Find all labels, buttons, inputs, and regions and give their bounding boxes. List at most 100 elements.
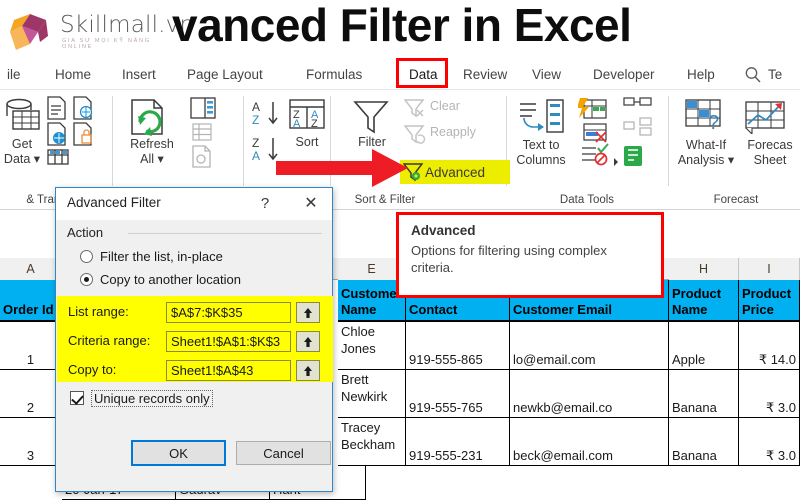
unique-records-only-checkbox[interactable]: Unique records only <box>70 388 213 408</box>
what-if-label-line1[interactable]: What-If <box>676 138 736 153</box>
svg-text:A: A <box>252 149 260 163</box>
cell-customer-email[interactable]: lo@email.com <box>510 322 669 370</box>
tab-insert[interactable]: Insert <box>115 60 163 90</box>
cell-customer-email[interactable]: newkb@email.co <box>510 370 669 418</box>
svg-text:Z: Z <box>311 118 318 130</box>
tab-view[interactable]: View <box>525 60 568 90</box>
advanced-tooltip: Advanced Options for filtering using com… <box>396 212 664 298</box>
forecast-sheet-label-line1[interactable]: Forecas <box>740 138 800 153</box>
svg-text:?: ? <box>708 112 719 134</box>
group-separator <box>112 96 113 186</box>
copy-to-input[interactable]: Sheet1!$A$43 <box>166 360 291 381</box>
data-tools-icon-cluster[interactable] <box>578 96 668 172</box>
get-data-icon[interactable] <box>2 96 42 140</box>
svg-text:Z: Z <box>252 113 259 127</box>
data-tab-red-highlight <box>396 58 448 88</box>
cell-product-price[interactable]: ₹ 14.0 <box>739 322 800 370</box>
sort-ascending-icon[interactable]: A Z <box>252 98 284 130</box>
cell-customer-email[interactable]: beck@email.com <box>510 418 669 466</box>
cell-customer-name[interactable]: Brett Newkirk <box>338 370 406 418</box>
text-to-columns-label-line1[interactable]: Text to <box>508 138 574 153</box>
cell-product-name[interactable]: Banana <box>669 370 739 418</box>
cell-product-price[interactable]: ₹ 3.0 <box>739 418 800 466</box>
get-data-label-line2[interactable]: Data ▾ <box>0 152 46 167</box>
radio-button-unselected[interactable] <box>80 249 93 263</box>
dialog-title: Advanced Filter <box>67 195 161 210</box>
cell-product-name[interactable]: Banana <box>669 418 739 466</box>
tab-home[interactable]: Home <box>48 60 98 90</box>
skillmall-diamond-logo-icon <box>10 14 48 50</box>
header-cell-product-price: Product Price <box>739 280 800 322</box>
tab-file[interactable]: ile <box>0 60 28 90</box>
what-if-analysis-icon[interactable]: ? <box>684 98 728 134</box>
help-icon[interactable]: ? <box>254 193 276 215</box>
copy-to-row: Copy to: Sheet1!$A$43 <box>56 358 332 384</box>
tab-help[interactable]: Help <box>680 60 722 90</box>
cell-customer-name[interactable]: Tracey Beckham <box>338 418 406 466</box>
svg-text:Z: Z <box>252 136 259 150</box>
cell-product-price[interactable]: ₹ 3.0 <box>739 370 800 418</box>
get-data-source-icons[interactable] <box>44 95 112 167</box>
cell-order-id[interactable]: 3 <box>0 418 62 466</box>
tab-formulas[interactable]: Formulas <box>299 60 369 90</box>
cell-customer-name[interactable]: Chloe Jones <box>338 322 406 370</box>
page-title: vanced Filter in Excel <box>172 0 632 51</box>
tab-page-layout[interactable]: Page Layout <box>180 60 270 90</box>
close-icon[interactable]: ✕ <box>296 193 326 215</box>
cell-product-name[interactable]: Apple <box>669 322 739 370</box>
forecast-sheet-icon[interactable] <box>744 98 792 134</box>
criteria-range-row: Criteria range: Sheet1!$A$1:$K$3 <box>56 329 332 355</box>
cell-customer-contact[interactable]: 919-555-865 <box>406 322 510 370</box>
tell-me-label[interactable]: Te <box>768 60 782 90</box>
get-data-label-line1[interactable]: Get <box>2 137 42 152</box>
header-cell-product-name: Product Name <box>669 280 739 322</box>
skillmall-logo: Skillmall.vn GIA SƯ MỌI KỸ NĂNG ONLINE <box>8 8 194 52</box>
refresh-all-label-line1[interactable]: Refresh <box>122 137 182 152</box>
refresh-all-icon[interactable] <box>124 98 180 140</box>
search-icon[interactable] <box>743 65 763 85</box>
tab-developer[interactable]: Developer <box>586 60 662 90</box>
title-banner: Skillmall.vn GIA SƯ MỌI KỸ NĂNG ONLINE v… <box>0 0 800 60</box>
criteria-range-collapse-icon[interactable] <box>296 331 320 352</box>
cell-customer-contact[interactable]: 919-555-231 <box>406 418 510 466</box>
filter-funnel-icon[interactable] <box>352 98 390 136</box>
checkbox-checked-icon[interactable] <box>70 391 84 405</box>
text-to-columns-icon[interactable] <box>516 98 566 136</box>
clear-label: Clear <box>430 99 460 113</box>
action-group-divider <box>128 233 322 234</box>
radio-button-selected[interactable] <box>80 272 93 286</box>
group-separator <box>668 96 669 186</box>
forecast-sheet-label-line2[interactable]: Sheet <box>740 153 800 168</box>
unique-records-only-label: Unique records only <box>91 389 213 407</box>
cell-customer-contact[interactable]: 919-555-765 <box>406 370 510 418</box>
radio-copy-to-another-location[interactable]: Copy to another location <box>80 269 241 289</box>
tooltip-body: Options for filtering using complex crit… <box>411 243 607 275</box>
dialog-title-bar[interactable]: Advanced Filter ? ✕ <box>56 188 332 220</box>
what-if-label-line2[interactable]: Analysis ▾ <box>672 153 740 168</box>
list-range-collapse-icon[interactable] <box>296 302 320 323</box>
cancel-button[interactable]: Cancel <box>236 441 331 465</box>
column-header-a[interactable]: A <box>0 258 62 280</box>
list-range-row: List range: $A$7:$K$35 <box>56 300 332 326</box>
ok-button[interactable]: OK <box>131 440 226 466</box>
group-label-forecast: Forecast <box>713 194 759 206</box>
list-range-input[interactable]: $A$7:$K$35 <box>166 302 291 323</box>
text-to-columns-label-line2[interactable]: Columns <box>508 153 574 168</box>
copy-to-collapse-icon[interactable] <box>296 360 320 381</box>
cell-order-id[interactable]: 1 <box>0 322 62 370</box>
cell-order-id[interactable]: 2 <box>0 370 62 418</box>
column-header-i[interactable]: I <box>739 258 800 280</box>
advanced-filter-button[interactable]: Advanced <box>400 160 510 184</box>
group-label-sort-filter: Sort & Filter <box>354 194 416 206</box>
radio-filter-in-place[interactable]: Filter the list, in-place <box>80 246 223 266</box>
criteria-range-input[interactable]: Sheet1!$A$1:$K$3 <box>166 331 291 352</box>
column-header-h[interactable]: H <box>669 258 739 280</box>
logo-tagline: GIA SƯ MỌI KỸ NĂNG ONLINE <box>62 38 151 50</box>
group-label-data-tools: Data Tools <box>559 194 615 206</box>
tab-review[interactable]: Review <box>456 60 514 90</box>
advanced-label: Advanced <box>425 164 486 180</box>
copy-to-label: Copy to: <box>68 362 117 377</box>
refresh-all-label-line2[interactable]: All ▾ <box>122 152 182 167</box>
queries-connections-icons[interactable] <box>188 96 238 168</box>
sort-dialog-icon[interactable]: Z A A Z <box>288 98 326 132</box>
